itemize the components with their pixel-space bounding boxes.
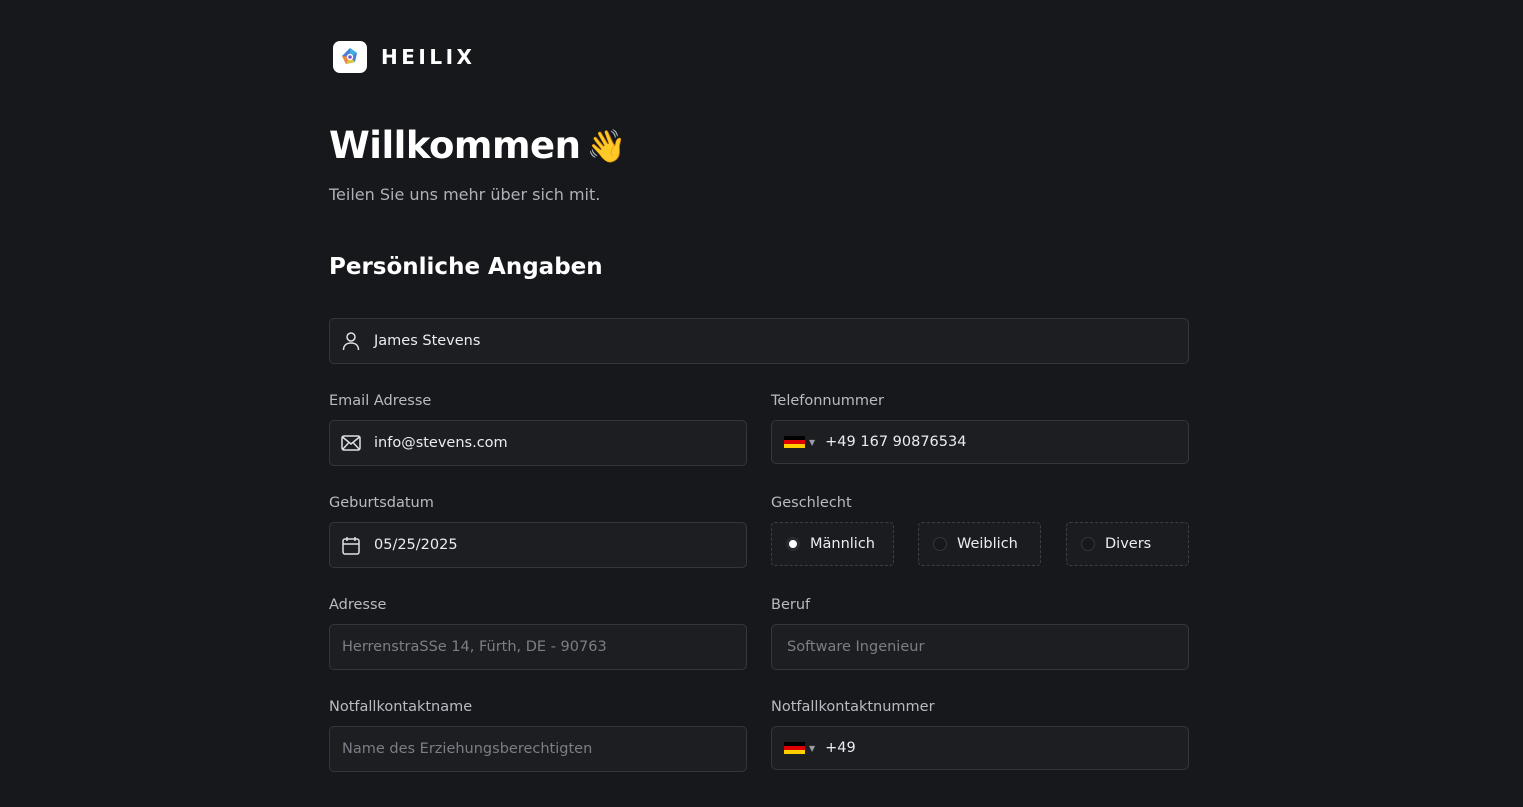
gender-option-label: Männlich: [810, 536, 875, 552]
germany-flag-icon: [784, 435, 805, 449]
address-field[interactable]: HerrenstraSSe 14, Fürth, DE - 90763: [329, 624, 747, 670]
welcome-heading: Willkommen 👋: [329, 124, 626, 167]
gender-option-divers[interactable]: Divers: [1066, 522, 1189, 566]
emergency-phone-field[interactable]: ▼ +49: [771, 726, 1189, 770]
address-placeholder: HerrenstraSSe 14, Fürth, DE - 90763: [342, 639, 607, 655]
country-selector[interactable]: ▼: [784, 435, 816, 449]
job-placeholder: Software Ingenieur: [787, 639, 925, 655]
gender-option-label: Divers: [1105, 536, 1152, 552]
chevron-down-icon: ▼: [809, 437, 816, 447]
calendar-icon: [341, 535, 361, 555]
address-label: Adresse: [329, 597, 387, 613]
gender-option-label: Weiblich: [957, 536, 1018, 552]
mail-icon: [341, 433, 361, 453]
logo-mark-icon: [333, 41, 367, 73]
radio-selected-icon: [786, 537, 800, 551]
name-value: James Stevens: [374, 333, 481, 349]
emergency-name-label: Notfallkontaktname: [329, 699, 473, 715]
germany-flag-icon: [784, 741, 805, 755]
emergency-phone-label: Notfallkontaktnummer: [771, 699, 935, 715]
name-field[interactable]: James Stevens: [329, 318, 1189, 364]
chevron-down-icon: ▼: [809, 743, 816, 753]
phone-value: +49 167 90876534: [825, 434, 967, 450]
radio-unselected-icon: [1081, 537, 1095, 551]
waving-hand-icon: 👋: [586, 126, 627, 165]
country-selector[interactable]: ▼: [784, 741, 816, 755]
emergency-name-placeholder: Name des Erziehungsberechtigten: [342, 741, 593, 757]
page-subtitle: Teilen Sie uns mehr über sich mit.: [329, 185, 601, 204]
email-label: Email Adresse: [329, 393, 432, 409]
page-title: Willkommen: [329, 124, 581, 167]
birthdate-label: Geburtsdatum: [329, 495, 434, 511]
phone-field[interactable]: ▼ +49 167 90876534: [771, 420, 1189, 464]
user-icon: [341, 331, 361, 351]
onboarding-page: HEILIX Willkommen 👋 Teilen Sie uns mehr …: [0, 0, 1523, 807]
emergency-phone-value: +49: [825, 740, 856, 756]
phone-label: Telefonnummer: [771, 393, 884, 409]
job-label: Beruf: [771, 597, 811, 613]
job-field[interactable]: Software Ingenieur: [771, 624, 1189, 670]
email-field[interactable]: info@stevens.com: [329, 420, 747, 466]
birthdate-field[interactable]: 05/25/2025: [329, 522, 747, 568]
brand-name: HEILIX: [381, 45, 476, 69]
email-value: info@stevens.com: [374, 435, 508, 451]
birthdate-value: 05/25/2025: [374, 537, 458, 553]
gender-label: Geschlecht: [771, 495, 852, 511]
gender-option-maennlich[interactable]: Männlich: [771, 522, 894, 566]
gender-option-weiblich[interactable]: Weiblich: [918, 522, 1041, 566]
brand-logo: HEILIX: [333, 41, 475, 73]
radio-unselected-icon: [933, 537, 947, 551]
emergency-name-field[interactable]: Name des Erziehungsberechtigten: [329, 726, 747, 772]
section-title: Persönliche Angaben: [329, 254, 603, 280]
